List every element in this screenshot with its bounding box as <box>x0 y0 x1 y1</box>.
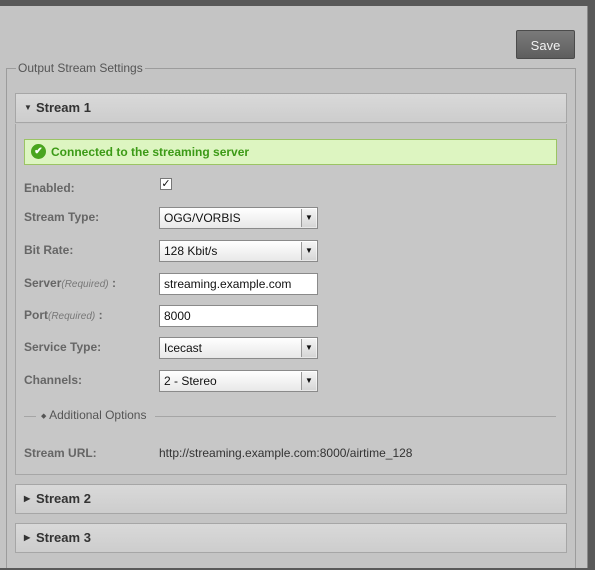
fieldset-legend: Output Stream Settings <box>16 61 145 75</box>
expanded-arrow-icon: ▼ <box>24 103 32 112</box>
port-label-suffix: : <box>95 308 103 322</box>
stream-url-label: Stream URL: <box>24 446 97 460</box>
collapsed-arrow-icon: ▶ <box>24 533 31 542</box>
collapsed-arrow-icon: ▶ <box>24 494 31 503</box>
port-label: Port(Required) : <box>24 308 103 322</box>
success-check-icon: ✔ <box>31 144 46 159</box>
additional-options-label: ◆ Additional Options <box>41 408 146 424</box>
stream-1-header[interactable]: ▼ Stream 1 <box>15 93 567 123</box>
port-input[interactable]: 8000 <box>159 305 318 327</box>
enabled-checkbox[interactable]: ✓ <box>160 178 172 190</box>
stream-2-header[interactable]: ▶ Stream 2 <box>15 484 567 514</box>
server-input[interactable]: streaming.example.com <box>159 273 318 295</box>
port-label-text: Port <box>24 308 48 322</box>
additional-options-text: Additional Options <box>49 408 147 422</box>
save-button[interactable]: Save <box>516 30 575 59</box>
channels-value: 2 - Stereo <box>164 374 217 388</box>
server-label-suffix: : <box>108 276 116 290</box>
divider <box>24 416 36 417</box>
server-label-text: Server <box>24 276 62 290</box>
stream-type-label: Stream Type: <box>24 210 100 224</box>
bit-rate-select[interactable]: 128 Kbit/s ▼ <box>159 240 318 262</box>
chevron-down-icon: ▼ <box>301 372 316 390</box>
stream-type-value: OGG/VORBIS <box>164 211 241 225</box>
channels-label: Channels: <box>24 373 83 387</box>
channels-select[interactable]: 2 - Stereo ▼ <box>159 370 318 392</box>
stream-type-select[interactable]: OGG/VORBIS ▼ <box>159 207 318 229</box>
stream-1-title: Stream 1 <box>36 100 91 115</box>
chevron-down-icon: ▼ <box>301 339 316 357</box>
port-required-note: (Required) <box>48 311 96 322</box>
stream-3-title: Stream 3 <box>36 530 91 545</box>
divider <box>155 416 556 417</box>
chevron-down-icon: ▼ <box>301 242 316 260</box>
service-type-select[interactable]: Icecast ▼ <box>159 337 318 359</box>
bit-rate-value: 128 Kbit/s <box>164 244 218 258</box>
server-required-note: (Required) <box>61 279 109 290</box>
stream-2-title: Stream 2 <box>36 491 91 506</box>
additional-options-toggle[interactable]: ◆ Additional Options <box>24 408 556 422</box>
stream-url-value: http://streaming.example.com:8000/airtim… <box>159 446 413 460</box>
chevron-down-icon: ▼ <box>301 209 316 227</box>
notice-text: Connected to the streaming server <box>51 145 250 159</box>
stream-3-header[interactable]: ▶ Stream 3 <box>15 523 567 553</box>
server-label: Server(Required) : <box>24 276 116 290</box>
connection-status-notice: ✔ Connected to the streaming server <box>24 139 557 165</box>
service-type-label: Service Type: <box>24 340 102 354</box>
bit-rate-label: Bit Rate: <box>24 243 74 257</box>
toggle-arrows-icon: ◆ <box>41 413 47 420</box>
service-type-value: Icecast <box>164 341 203 355</box>
enabled-label: Enabled: <box>24 181 75 195</box>
